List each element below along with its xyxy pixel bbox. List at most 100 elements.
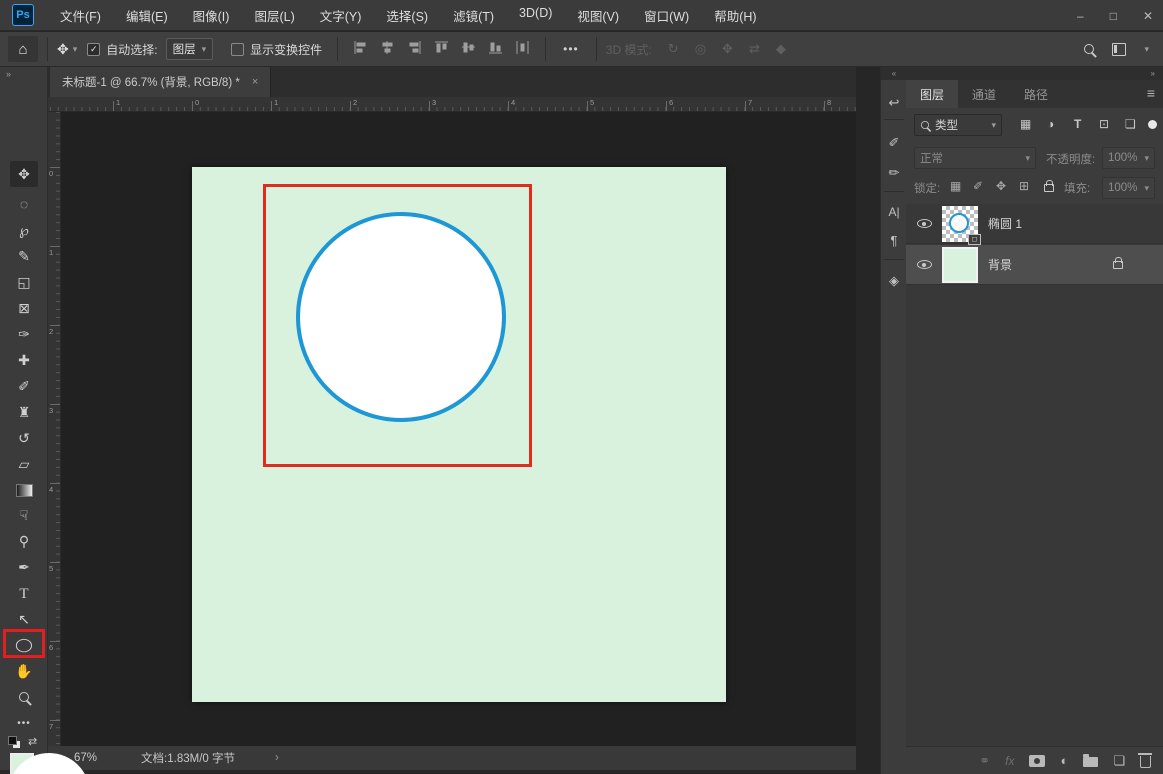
tab-channels[interactable]: 通道	[958, 80, 1010, 108]
filter-adjustment-icon[interactable]: ◑	[1047, 117, 1054, 131]
align-vertical-centers-icon[interactable]	[461, 40, 476, 58]
fill-value[interactable]: 100% ▾	[1102, 177, 1155, 199]
filter-image-icon[interactable]: ▦	[1020, 117, 1031, 131]
menu-help[interactable]: 帮助(H)	[714, 6, 756, 25]
menu-file[interactable]: 文件(F)	[60, 6, 101, 25]
default-colors-icon[interactable]	[8, 736, 20, 748]
workspace-icon[interactable]	[1112, 43, 1126, 56]
hand-tool[interactable]: ✋	[10, 658, 38, 684]
document-tab-close-icon[interactable]: ×	[252, 76, 258, 88]
brush-settings-panel-icon[interactable]: ✐	[881, 135, 907, 151]
menu-layer[interactable]: 图层(L)	[254, 6, 294, 25]
healing-brush-tool[interactable]: ✚	[10, 347, 38, 373]
visibility-eye-icon[interactable]	[917, 260, 932, 269]
document-tab[interactable]: 未标题-1 @ 66.7% (背景, RGB/8) * ×	[50, 67, 271, 97]
swap-colors-icon[interactable]: ⇄	[28, 735, 37, 748]
layer-row-background[interactable]: 背景	[906, 245, 1163, 285]
lock-all-icon[interactable]	[1044, 184, 1054, 192]
eraser-tool[interactable]: ▱	[10, 451, 38, 477]
brush-tool[interactable]: ✐	[10, 373, 38, 399]
layer-filter-dropdown[interactable]: 类型 ▾	[914, 114, 1002, 136]
menu-select[interactable]: 选择(S)	[386, 6, 428, 25]
align-horizontal-centers-icon[interactable]	[380, 40, 395, 58]
type-tool[interactable]: T	[10, 581, 38, 607]
visibility-eye-icon[interactable]	[917, 219, 932, 228]
smudge-tool[interactable]: ☟	[10, 502, 38, 528]
menu-image[interactable]: 图像(I)	[193, 6, 230, 25]
blend-mode-dropdown[interactable]: 正常 ▾	[914, 147, 1036, 169]
status-chevron-icon[interactable]: ›	[275, 752, 279, 764]
auto-select-checkbox[interactable]: ✓	[87, 43, 100, 56]
filter-shape-icon[interactable]: ❏	[1125, 117, 1136, 131]
menu-3d[interactable]: 3D(D)	[519, 6, 552, 25]
align-top-edges-icon[interactable]	[434, 40, 449, 58]
align-right-edges-icon[interactable]	[407, 40, 422, 58]
link-layers-icon[interactable]: ⚭	[979, 753, 990, 769]
layer-style-icon[interactable]: fx	[1005, 754, 1014, 768]
lock-transparent-icon[interactable]: ▦	[950, 179, 961, 193]
filter-frame-icon[interactable]: ⊡	[1099, 117, 1109, 131]
move-tool[interactable]: ✥	[10, 161, 38, 187]
minimize-button[interactable]: –	[1077, 9, 1084, 23]
tab-layers[interactable]: 图层	[906, 80, 958, 108]
menu-filter[interactable]: 滤镜(T)	[453, 6, 494, 25]
home-icon[interactable]: ⌂	[8, 36, 38, 62]
layer-thumbnail[interactable]	[942, 247, 978, 283]
quick-selection-tool[interactable]: ✎	[10, 243, 38, 269]
toolbar-expand-icon[interactable]: »	[6, 69, 11, 79]
collapse-dock-right-icon[interactable]: »	[906, 67, 1163, 80]
crop-tool[interactable]: ◱	[10, 269, 38, 295]
search-icon[interactable]	[1084, 44, 1094, 54]
lock-artboard-icon[interactable]: ⊞	[1019, 179, 1029, 193]
panel-menu-icon[interactable]: ≡	[1147, 85, 1155, 101]
3d-panel-icon[interactable]: ◈	[881, 273, 907, 289]
brushes-panel-icon[interactable]: ✏	[881, 165, 907, 181]
lasso-tool[interactable]: ℘	[10, 217, 38, 243]
pen-tool[interactable]: ✒	[10, 554, 38, 580]
distribute-horizontal-icon[interactable]	[515, 40, 530, 58]
history-brush-tool[interactable]: ↺	[10, 425, 38, 451]
menu-view[interactable]: 视图(V)	[577, 6, 619, 25]
delete-layer-icon[interactable]	[1140, 756, 1151, 768]
auto-select-dropdown[interactable]: 图层 ▾	[166, 38, 214, 60]
frame-tool[interactable]: ⊠	[10, 295, 38, 321]
filter-pin-icon[interactable]	[1148, 120, 1157, 129]
paragraph-panel-icon[interactable]: ¶	[881, 233, 907, 248]
layer-row-ellipse[interactable]: ◻ 椭圆 1	[906, 204, 1163, 244]
clone-stamp-tool[interactable]: ♜	[10, 399, 38, 425]
close-button[interactable]: ✕	[1143, 9, 1153, 23]
workspace-chevron-icon[interactable]: ▾	[1144, 44, 1149, 55]
eyedropper-tool[interactable]: ✑	[10, 321, 38, 347]
character-panel-icon[interactable]: A|	[881, 205, 907, 219]
zoom-level-field[interactable]: 67%	[74, 752, 97, 764]
history-panel-icon[interactable]: ↩	[881, 95, 907, 111]
move-tool-preset-icon[interactable]: ✥	[57, 41, 69, 58]
gradient-tool[interactable]	[10, 477, 38, 503]
menu-window[interactable]: 窗口(W)	[644, 6, 689, 25]
layer-name[interactable]: 背景	[988, 256, 1012, 273]
document-canvas[interactable]	[192, 167, 726, 702]
dodge-tool[interactable]: ⚲	[10, 528, 38, 554]
tool-preset-chevron-icon[interactable]: ▾	[73, 44, 78, 55]
show-transform-checkbox[interactable]	[231, 43, 244, 56]
marquee-tool[interactable]: ◌	[10, 191, 38, 217]
opacity-value[interactable]: 100% ▾	[1102, 147, 1155, 169]
menu-type[interactable]: 文字(Y)	[320, 6, 362, 25]
adjustment-layer-icon[interactable]: ◐	[1060, 753, 1068, 768]
edit-toolbar-icon[interactable]: •••	[10, 710, 38, 736]
layer-name[interactable]: 椭圆 1	[988, 215, 1022, 232]
collapse-dock-left-icon[interactable]: «	[881, 67, 907, 80]
more-options-icon[interactable]: •••	[563, 42, 579, 56]
layer-thumbnail[interactable]: ◻	[942, 206, 978, 242]
tab-paths[interactable]: 路径	[1010, 80, 1062, 108]
new-group-icon[interactable]	[1083, 757, 1098, 767]
add-mask-icon[interactable]	[1029, 755, 1045, 767]
lock-pixels-icon[interactable]: ✐	[973, 179, 983, 193]
align-left-edges-icon[interactable]	[353, 40, 368, 58]
filter-type-icon[interactable]: T	[1074, 117, 1081, 131]
maximize-button[interactable]: □	[1110, 9, 1117, 23]
zoom-tool[interactable]	[10, 684, 38, 710]
lock-position-icon[interactable]: ✥	[996, 179, 1006, 193]
align-bottom-edges-icon[interactable]	[488, 40, 503, 58]
new-layer-icon[interactable]: ❏	[1113, 753, 1125, 769]
